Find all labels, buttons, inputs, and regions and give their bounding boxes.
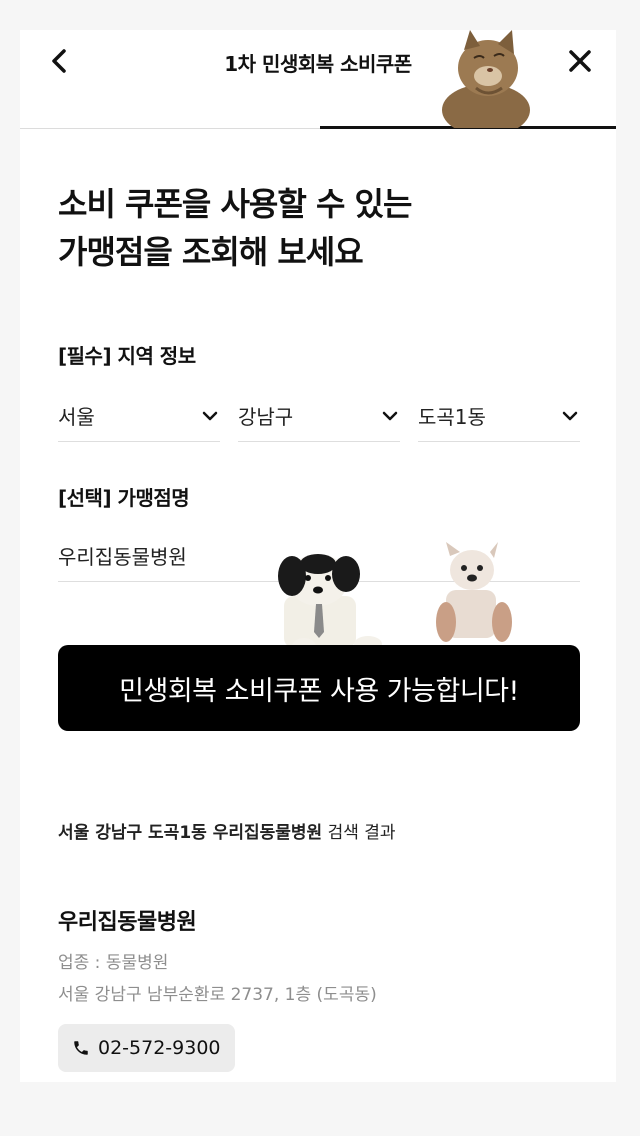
headline-line-1: 소비 쿠폰을 사용할 수 있는 bbox=[58, 185, 412, 223]
dog-sticker-image bbox=[278, 554, 382, 654]
result-suffix: 검색 결과 bbox=[322, 823, 396, 843]
city-select-value: 서울 bbox=[58, 405, 95, 429]
result-query: 서울 강남구 도곡1동 우리집동물병원 bbox=[58, 823, 323, 843]
neighborhood-select[interactable]: 도곡1동 bbox=[418, 390, 580, 442]
store-name-section-label: [선택] 가맹점명 bbox=[58, 486, 190, 510]
store-name: 우리집동물병원 bbox=[58, 910, 197, 935]
cat-sticker-image bbox=[442, 30, 530, 128]
headline-line-2: 가맹점을 조회해 보세요 bbox=[58, 233, 364, 271]
phone-call-button[interactable]: 02-572-9300 bbox=[58, 1024, 235, 1072]
headline: 소비 쿠폰을 사용할 수 있는 가맹점을 조회해 보세요 bbox=[58, 180, 412, 276]
city-select[interactable]: 서울 bbox=[58, 390, 220, 442]
region-section-label: [필수] 지역 정보 bbox=[58, 344, 196, 368]
phone-number: 02-572-9300 bbox=[98, 1037, 221, 1059]
store-category: 업종 : 동물병원 bbox=[58, 953, 169, 973]
chevron-down-icon bbox=[560, 406, 580, 426]
bulldog-sticker-image bbox=[436, 542, 512, 642]
chevron-down-icon bbox=[380, 406, 400, 426]
neighborhood-select-value: 도곡1동 bbox=[418, 405, 486, 429]
district-select-value: 강남구 bbox=[238, 405, 294, 429]
close-button[interactable] bbox=[560, 44, 600, 78]
phone-icon bbox=[74, 1041, 88, 1055]
coupon-check-button[interactable]: 민생회복 소비쿠폰 사용 가능합니다! bbox=[58, 645, 580, 731]
chevron-down-icon bbox=[200, 406, 220, 426]
close-icon bbox=[569, 50, 591, 72]
result-summary: 서울 강남구 도곡1동 우리집동물병원 검색 결과 bbox=[58, 818, 396, 843]
district-select[interactable]: 강남구 bbox=[238, 390, 400, 442]
store-address: 서울 강남구 남부순환로 2737, 1층 (도곡동) bbox=[58, 985, 377, 1005]
